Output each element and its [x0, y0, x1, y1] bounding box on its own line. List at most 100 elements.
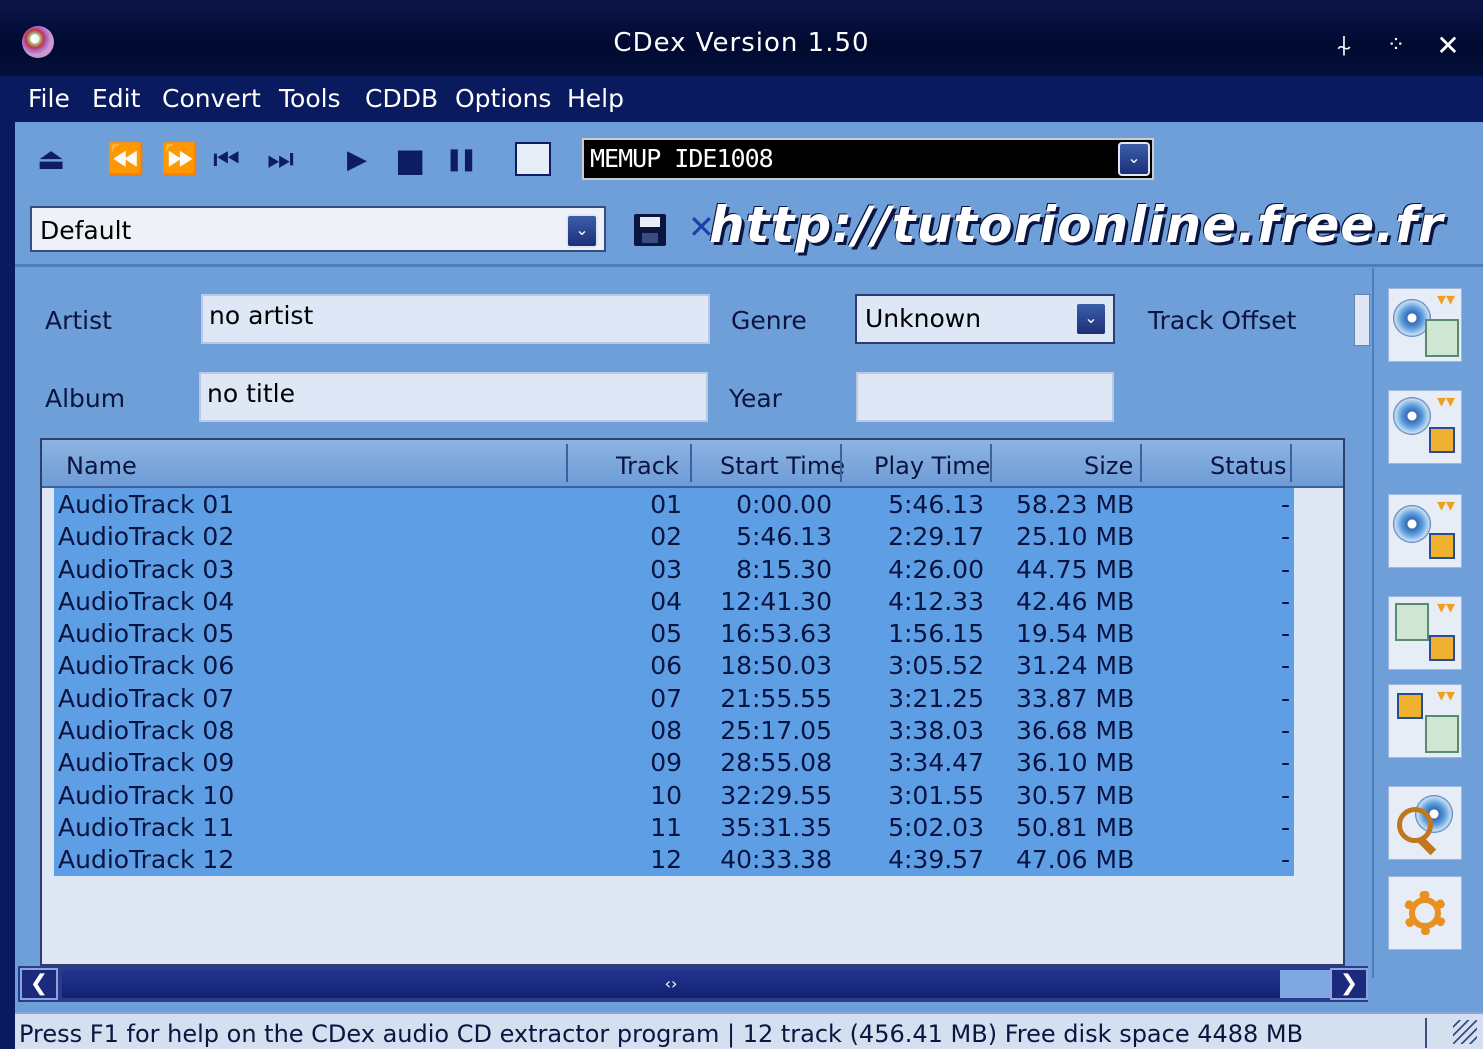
play-time-cell: 3:01.55 — [888, 780, 984, 810]
convert-compressed-icon[interactable]: ▾▾ — [1388, 684, 1462, 758]
profile-select[interactable]: Default ⌄ — [30, 206, 606, 252]
title-bar: CDex Version 1.50 ⍭ ⁘ ✕ — [0, 0, 1483, 76]
window-left-border — [0, 76, 15, 1049]
status-cell: - — [1280, 716, 1290, 746]
settings-gear-icon[interactable] — [1388, 876, 1462, 950]
table-row[interactable]: AudioTrack 01 01 0:00.00 5:46.13 58.23 MB - — [54, 488, 1294, 521]
pause-icon[interactable]: ❚❚ — [445, 144, 478, 176]
scroll-thumb[interactable]: ‹› — [62, 970, 1280, 998]
track-name-cell: AudioTrack 04 — [58, 586, 235, 616]
menu-tools[interactable]: Tools — [279, 84, 341, 113]
track-name-cell: AudioTrack 10 — [58, 780, 235, 810]
year-label: Year — [729, 384, 782, 413]
table-row[interactable]: AudioTrack 02 02 5:46.13 2:29.17 25.10 MB - — [54, 520, 1294, 553]
genre-label: Genre — [731, 306, 807, 335]
horizontal-scrollbar[interactable]: ❮ ‹› ❯ — [18, 966, 1368, 1002]
status-cell: - — [1280, 812, 1290, 842]
eject-icon[interactable]: ⏏ — [37, 144, 65, 176]
column-header-track[interactable]: Track — [616, 452, 679, 480]
track-name-cell: AudioTrack 09 — [58, 748, 235, 778]
column-header-start-time[interactable]: Start Time — [720, 452, 845, 480]
track-name-cell: AudioTrack 03 — [58, 554, 235, 584]
maximize-icon[interactable]: ⁘ — [1378, 28, 1414, 64]
play-time-cell: 5:46.13 — [888, 490, 984, 519]
track-number-cell: 09 — [650, 748, 682, 778]
column-divider[interactable] — [1290, 444, 1292, 482]
table-row[interactable]: AudioTrack 07 07 21:55.55 3:21.25 33.87 MB - — [54, 681, 1294, 715]
size-cell: 50.81 MB — [1016, 812, 1135, 842]
extract-partial-icon[interactable]: ▾▾ — [1388, 494, 1462, 568]
previous-track-icon[interactable]: ⏮ — [213, 144, 240, 176]
track-number-cell: 10 — [650, 780, 682, 810]
extract-to-wav-icon[interactable]: ▾▾ — [1388, 288, 1462, 362]
status-cell: - — [1280, 845, 1290, 875]
column-header-play-time[interactable]: Play Time — [874, 452, 990, 480]
extract-to-compressed-icon[interactable]: ▾▾ — [1388, 390, 1462, 464]
chevron-down-icon[interactable]: ⌄ — [566, 214, 598, 248]
menu-convert[interactable]: Convert — [162, 84, 261, 113]
table-row[interactable]: AudioTrack 04 04 12:41.30 4:12.33 42.46 MB - — [54, 584, 1294, 618]
convert-wav-icon[interactable]: ▾▾ — [1388, 596, 1462, 670]
track-offset-field[interactable] — [1354, 294, 1370, 346]
save-profile-icon[interactable] — [634, 214, 666, 246]
close-icon[interactable]: ✕ — [1430, 28, 1466, 64]
album-label: Album — [45, 384, 126, 413]
menu-file[interactable]: File — [28, 84, 70, 113]
play-time-cell: 2:29.17 — [888, 522, 984, 552]
artist-field[interactable]: no artist — [201, 294, 710, 344]
chevron-down-icon[interactable]: ⌄ — [1118, 142, 1150, 176]
column-divider[interactable] — [690, 444, 692, 482]
status-cell: - — [1280, 522, 1290, 552]
cd-drive-select[interactable]: MEMUP IDE1008 ⌄ — [582, 138, 1154, 180]
track-number-cell: 02 — [650, 522, 682, 552]
fast-forward-icon[interactable]: ⏩ — [161, 144, 198, 176]
table-row[interactable]: AudioTrack 03 03 8:15.30 4:26.00 44.75 MB - — [54, 552, 1294, 585]
stop-icon[interactable]: ■ — [395, 144, 425, 176]
column-divider[interactable] — [566, 444, 568, 482]
album-field[interactable]: no title — [199, 372, 708, 422]
play-icon[interactable]: ▶ — [347, 144, 367, 176]
table-row[interactable]: AudioTrack 09 09 28:55.08 3:34.47 36.10 MB - — [54, 746, 1294, 779]
rewind-icon[interactable]: ⏪ — [107, 144, 144, 176]
resize-grip-icon[interactable] — [1453, 1020, 1477, 1044]
table-row[interactable]: AudioTrack 05 05 16:53.63 1:56.15 19.54 MB - — [54, 617, 1294, 650]
table-row[interactable]: AudioTrack 11 11 35:31.35 5:02.03 50.81 MB - — [54, 810, 1294, 844]
menu-options[interactable]: Options — [455, 84, 551, 113]
table-row[interactable]: AudioTrack 10 10 32:29.55 3:01.55 30.57 MB - — [54, 778, 1294, 811]
genre-value: Unknown — [865, 304, 982, 333]
genre-select[interactable]: Unknown ⌄ — [855, 294, 1115, 344]
size-cell: 30.57 MB — [1016, 780, 1135, 810]
column-header-name[interactable]: Name — [66, 452, 137, 480]
play-search-icon[interactable] — [1388, 786, 1462, 860]
column-divider[interactable] — [840, 444, 842, 482]
track-number-cell: 03 — [650, 554, 682, 584]
size-cell: 58.23 MB — [1016, 490, 1135, 519]
menu-edit[interactable]: Edit — [92, 84, 140, 113]
play-time-cell: 4:39.57 — [888, 845, 984, 875]
column-divider[interactable] — [990, 444, 992, 482]
table-row[interactable]: AudioTrack 12 12 40:33.38 4:39.57 47.06 MB - — [54, 843, 1294, 876]
chevron-down-icon[interactable]: ⌄ — [1075, 302, 1107, 336]
year-field[interactable] — [856, 372, 1114, 422]
column-divider[interactable] — [1140, 444, 1142, 482]
start-time-cell: 18:50.03 — [720, 651, 832, 681]
table-row[interactable]: AudioTrack 08 08 25:17.05 3:38.03 36.68 MB - — [54, 714, 1294, 747]
play-time-cell: 4:26.00 — [888, 554, 984, 584]
menu-cddb[interactable]: CDDB — [365, 84, 438, 113]
minimize-icon[interactable]: ⍭ — [1326, 28, 1362, 64]
column-header-status[interactable]: Status — [1210, 452, 1286, 480]
cd-info-icon[interactable] — [515, 142, 551, 176]
next-track-icon[interactable]: ⏭ — [267, 144, 294, 176]
menu-help[interactable]: Help — [567, 84, 624, 113]
column-header-size[interactable]: Size — [1084, 452, 1133, 480]
track-name-cell: AudioTrack 08 — [58, 716, 235, 746]
scroll-left-icon[interactable]: ❮ — [20, 968, 58, 1000]
status-cell: - — [1280, 554, 1290, 584]
table-row[interactable]: AudioTrack 06 06 18:50.03 3:05.52 31.24 MB - — [54, 649, 1294, 682]
scroll-right-icon[interactable]: ❯ — [1330, 968, 1368, 1000]
start-time-cell: 12:41.30 — [720, 586, 832, 616]
status-bar: Press F1 for help on the CDex audio CD e… — [15, 1012, 1483, 1049]
profile-value: Default — [40, 216, 132, 245]
track-list[interactable]: Name Track Start Time Play Time Size Sta… — [40, 438, 1345, 966]
size-cell: 42.46 MB — [1016, 586, 1135, 616]
